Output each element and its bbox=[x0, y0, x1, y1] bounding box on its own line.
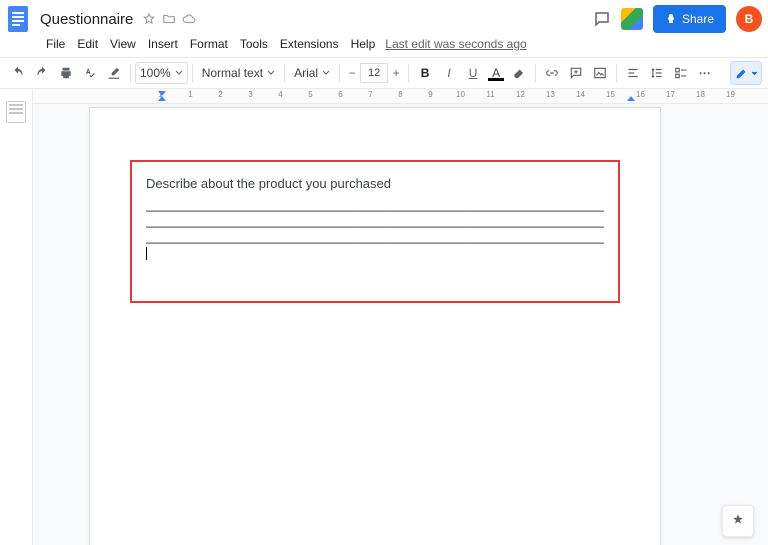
font-family-value: Arial bbox=[294, 66, 318, 80]
right-indent-marker[interactable] bbox=[627, 96, 635, 101]
docs-logo[interactable] bbox=[6, 4, 30, 34]
answer-line[interactable]: ________________________________________… bbox=[146, 229, 604, 245]
left-indent-marker[interactable] bbox=[158, 96, 166, 101]
text-cursor-line[interactable] bbox=[146, 245, 604, 261]
font-family-select[interactable]: Arial bbox=[289, 62, 335, 84]
paint-format-icon[interactable] bbox=[103, 62, 125, 84]
print-icon[interactable] bbox=[55, 62, 77, 84]
text-caret bbox=[146, 247, 147, 260]
font-size-increase[interactable]: + bbox=[388, 64, 404, 82]
paragraph-style-select[interactable]: Normal text bbox=[197, 62, 280, 84]
italic-icon[interactable]: I bbox=[438, 62, 460, 84]
star-icon[interactable] bbox=[141, 11, 157, 27]
page[interactable]: Describe about the product you purchased… bbox=[89, 107, 661, 545]
align-icon[interactable] bbox=[622, 62, 644, 84]
menu-bar: File Edit View Insert Format Tools Exten… bbox=[0, 34, 768, 57]
highlight-icon[interactable] bbox=[508, 62, 530, 84]
menu-view[interactable]: View bbox=[104, 34, 142, 54]
cloud-status-icon[interactable] bbox=[181, 11, 197, 27]
line-spacing-icon[interactable] bbox=[646, 62, 668, 84]
last-edit-link[interactable]: Last edit was seconds ago bbox=[381, 37, 526, 51]
more-icon[interactable]: ⋯ bbox=[694, 62, 716, 84]
checklist-icon[interactable] bbox=[670, 62, 692, 84]
undo-icon[interactable] bbox=[7, 62, 29, 84]
document-canvas[interactable]: 112345678910111213141516171819 Describe … bbox=[33, 89, 768, 545]
share-button-label: Share bbox=[682, 12, 714, 26]
answer-line[interactable]: ________________________________________… bbox=[146, 197, 604, 213]
outline-rail bbox=[0, 89, 33, 545]
account-avatar[interactable]: B bbox=[736, 6, 762, 32]
bold-icon[interactable]: B bbox=[414, 62, 436, 84]
share-button[interactable]: Share bbox=[653, 5, 726, 33]
caret-down-icon bbox=[175, 69, 183, 77]
caret-down-icon bbox=[322, 69, 330, 77]
caret-down-icon bbox=[751, 70, 758, 77]
outline-toggle-icon[interactable] bbox=[6, 101, 26, 123]
underline-icon[interactable]: U bbox=[462, 62, 484, 84]
meet-icon[interactable] bbox=[619, 6, 645, 32]
menu-help[interactable]: Help bbox=[345, 34, 382, 54]
question-prompt[interactable]: Describe about the product you purchased bbox=[146, 176, 604, 191]
comment-history-icon[interactable] bbox=[589, 6, 615, 32]
toolbar: 100% Normal text Arial − + B I U A ⋯ bbox=[0, 57, 768, 89]
caret-down-icon bbox=[267, 69, 275, 77]
redo-icon[interactable] bbox=[31, 62, 53, 84]
paragraph-style-value: Normal text bbox=[202, 66, 263, 80]
font-size-control: − + bbox=[344, 63, 404, 83]
zoom-select[interactable]: 100% bbox=[135, 62, 188, 84]
insert-link-icon[interactable] bbox=[541, 62, 563, 84]
add-comment-icon[interactable] bbox=[565, 62, 587, 84]
menu-extensions[interactable]: Extensions bbox=[274, 34, 345, 54]
move-folder-icon[interactable] bbox=[161, 11, 177, 27]
menu-tools[interactable]: Tools bbox=[234, 34, 274, 54]
menu-format[interactable]: Format bbox=[184, 34, 234, 54]
annotation-highlight-box: Describe about the product you purchased… bbox=[130, 160, 620, 303]
font-size-input[interactable] bbox=[360, 63, 388, 83]
menu-edit[interactable]: Edit bbox=[71, 34, 104, 54]
document-title[interactable]: Questionnaire bbox=[36, 11, 137, 28]
answer-line[interactable]: ________________________________________… bbox=[146, 213, 604, 229]
font-size-decrease[interactable]: − bbox=[344, 64, 360, 82]
menu-insert[interactable]: Insert bbox=[142, 34, 184, 54]
menu-file[interactable]: File bbox=[40, 34, 71, 54]
editing-mode-button[interactable] bbox=[730, 61, 762, 85]
insert-image-icon[interactable] bbox=[589, 62, 611, 84]
zoom-value: 100% bbox=[140, 66, 171, 80]
horizontal-ruler[interactable]: 112345678910111213141516171819 bbox=[33, 89, 768, 104]
text-color-icon[interactable]: A bbox=[485, 62, 507, 84]
explore-button[interactable] bbox=[722, 505, 754, 537]
spellcheck-icon[interactable] bbox=[79, 62, 101, 84]
